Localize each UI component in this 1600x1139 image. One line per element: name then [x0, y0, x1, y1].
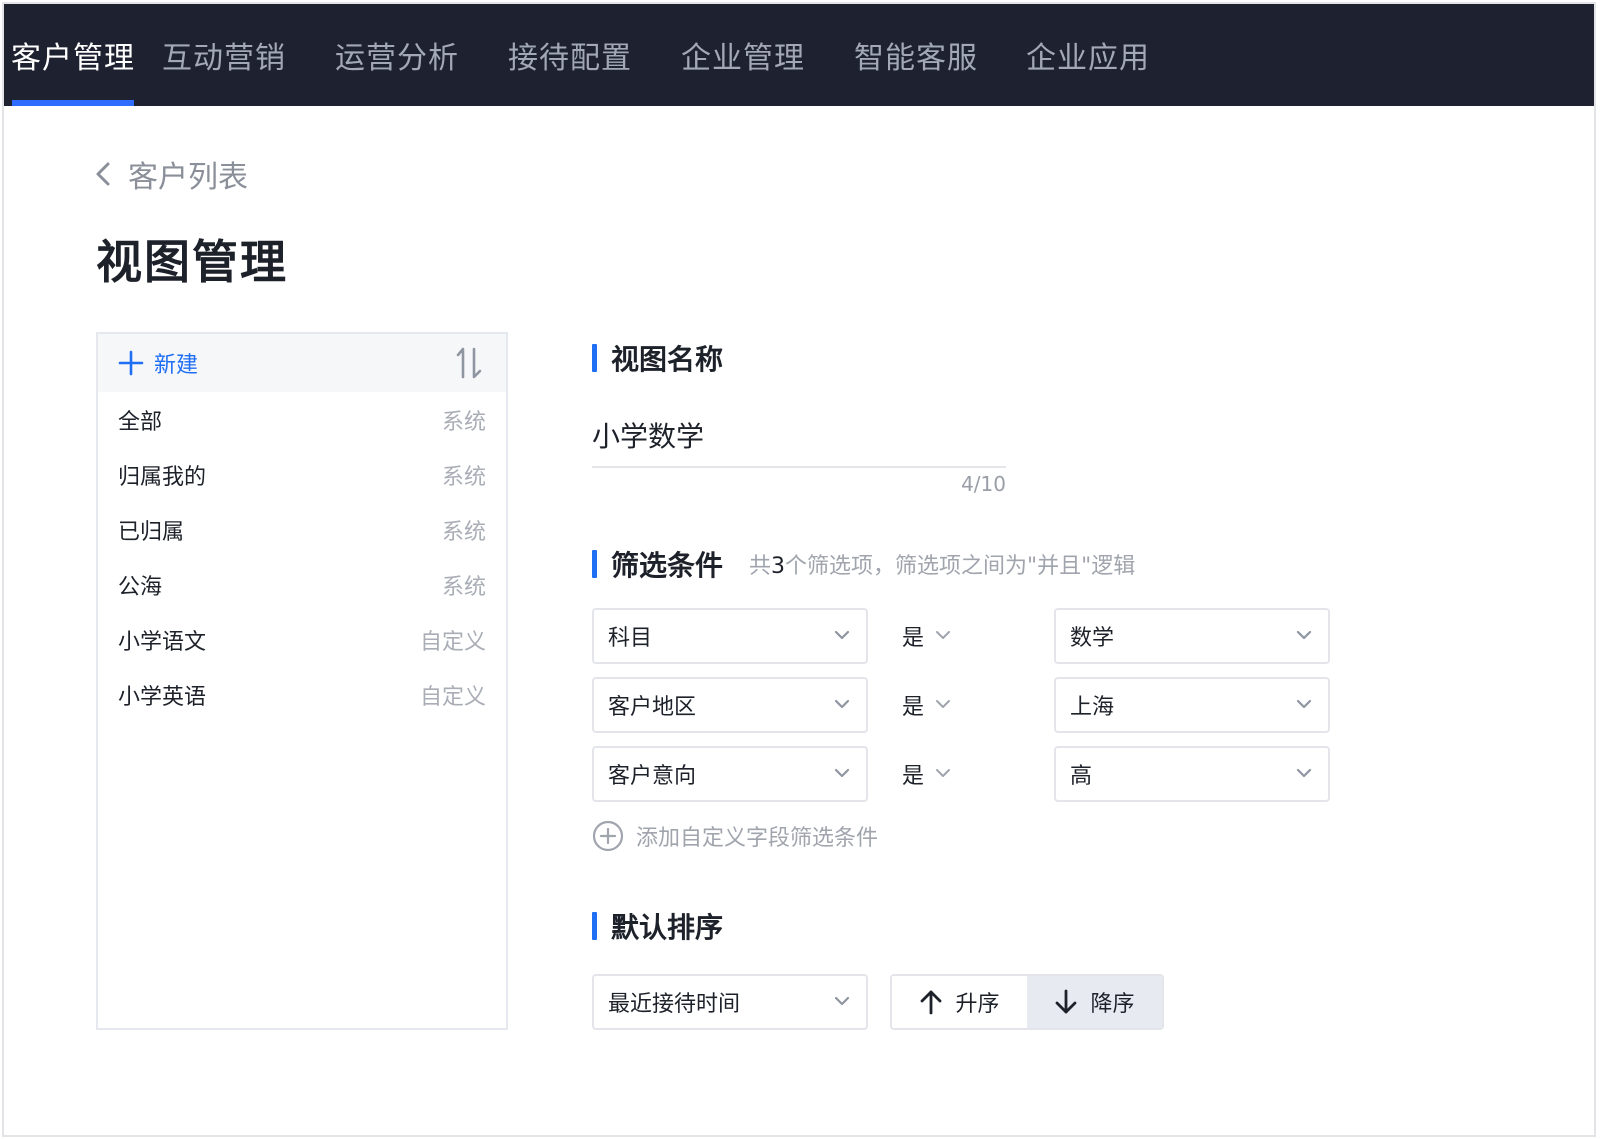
view-item-name: 归属我的: [118, 464, 207, 490]
chevron-down-icon: [1296, 699, 1312, 709]
filter-value: 上海: [1070, 695, 1115, 720]
new-view-label: 新建: [154, 353, 199, 378]
view-name-char-counter: 4/10: [961, 472, 1006, 496]
chevron-down-icon: [834, 996, 850, 1006]
chevron-left-icon: [96, 162, 110, 186]
plus-icon: [118, 350, 144, 376]
view-item-tag: 系统: [441, 409, 486, 435]
nav-tab-reception-config[interactable]: 接待配置: [484, 4, 656, 106]
chevron-down-icon: [936, 631, 951, 639]
add-custom-filter-button[interactable]: 添加自定义字段筛选条件: [592, 820, 878, 852]
view-item-name: 全部: [118, 409, 163, 435]
filter-value-select-2[interactable]: 上海: [1054, 677, 1330, 733]
section-accent-bar: [592, 344, 597, 372]
sort-ascending-button[interactable]: 升序: [892, 976, 1027, 1028]
add-custom-filter-label: 添加自定义字段筛选条件: [636, 826, 879, 851]
view-list-header: 新建: [98, 334, 506, 392]
view-name-heading: 视图名称: [611, 343, 724, 376]
nav-tab-enterprise-apps[interactable]: 企业应用: [1002, 4, 1174, 106]
filter-value-select-3[interactable]: 高: [1054, 746, 1330, 802]
view-name-section-title: 视图名称: [592, 338, 723, 378]
nav-tab-customer-management[interactable]: 客户管理: [8, 4, 138, 106]
filter-value-select-1[interactable]: 数学: [1054, 608, 1330, 664]
section-accent-bar: [592, 912, 597, 940]
filters-hint-count: 3: [771, 554, 786, 579]
app-frame: 客户管理 互动营销 运营分析 接待配置 企业管理 智能客服 企业应用 客户列表 …: [2, 2, 1596, 1137]
sort-order-icon[interactable]: [454, 346, 486, 380]
chevron-down-icon: [834, 768, 850, 778]
arrow-down-icon: [1056, 989, 1077, 1014]
chevron-down-icon: [936, 700, 951, 708]
view-item-tag: 系统: [441, 464, 486, 490]
back-to-customer-list[interactable]: 客户列表: [92, 152, 248, 196]
filter-operator-select-3[interactable]: 是: [902, 758, 952, 790]
sort-direction-toggle: 升序 降序: [890, 974, 1164, 1030]
filter-value: 高: [1070, 764, 1093, 789]
arrow-up-icon: [921, 990, 942, 1015]
filters-heading: 筛选条件: [611, 549, 724, 582]
new-view-button[interactable]: 新建: [118, 347, 198, 379]
view-item-primary-chinese[interactable]: 小学语文 自定义: [98, 612, 506, 667]
sort-ascending-label: 升序: [955, 992, 1000, 1017]
filters-hint-suffix: 个筛选项，筛选项之间为"并且"逻辑: [785, 554, 1136, 579]
filter-field-value: 客户地区: [608, 695, 697, 720]
filter-value: 数学: [1070, 626, 1115, 651]
view-item-tag: 自定义: [419, 684, 486, 710]
filter-operator-value: 是: [902, 764, 925, 789]
nav-tab-enterprise-management[interactable]: 企业管理: [656, 4, 830, 106]
page-title: 视图管理: [96, 235, 288, 289]
view-item-name: 小学语文: [118, 629, 207, 655]
view-item-name: 已归属: [118, 519, 185, 545]
view-item-tag: 系统: [441, 519, 486, 545]
sort-heading: 默认排序: [611, 911, 724, 944]
view-item-name: 公海: [118, 574, 163, 600]
filter-field-select-1[interactable]: 科目: [592, 608, 868, 664]
view-item-tag: 系统: [441, 574, 486, 600]
sort-section-title: 默认排序: [592, 906, 723, 946]
sort-descending-button[interactable]: 降序: [1027, 976, 1162, 1028]
nav-tab-interactive-marketing[interactable]: 互动营销: [138, 4, 310, 106]
sort-descending-label: 降序: [1090, 992, 1135, 1017]
view-name-input[interactable]: [592, 404, 1006, 468]
nav-tab-operation-analysis[interactable]: 运营分析: [310, 4, 484, 106]
view-list-panel: 新建 全部 系统 归属我的 系统 已归属 系统 公海 系统 小学语文 自定义 小…: [96, 332, 508, 1030]
filters-section-title: 筛选条件 共3个筛选项，筛选项之间为"并且"逻辑: [592, 544, 1135, 584]
filter-operator-select-1[interactable]: 是: [902, 620, 952, 652]
view-item-assigned[interactable]: 已归属 系统: [98, 502, 506, 557]
view-item-public-pool[interactable]: 公海 系统: [98, 557, 506, 612]
chevron-down-icon: [834, 699, 850, 709]
sort-field-value: 最近接待时间: [608, 992, 741, 1017]
view-item-primary-english[interactable]: 小学英语 自定义: [98, 667, 506, 722]
filter-field-value: 科目: [608, 626, 653, 651]
chevron-down-icon: [936, 769, 951, 777]
section-accent-bar: [592, 550, 597, 578]
filter-field-select-2[interactable]: 客户地区: [592, 677, 868, 733]
view-item-all[interactable]: 全部 系统: [98, 392, 506, 447]
chevron-down-icon: [1296, 630, 1312, 640]
filter-operator-value: 是: [902, 626, 925, 651]
chevron-down-icon: [834, 630, 850, 640]
view-item-mine[interactable]: 归属我的 系统: [98, 447, 506, 502]
nav-tab-smart-service[interactable]: 智能客服: [830, 4, 1002, 106]
top-nav: 客户管理 互动营销 运营分析 接待配置 企业管理 智能客服 企业应用: [4, 4, 1594, 106]
view-item-tag: 自定义: [419, 629, 486, 655]
filter-field-value: 客户意向: [608, 764, 697, 789]
back-label: 客户列表: [128, 160, 248, 195]
plus-circle-icon: [592, 820, 624, 852]
filter-operator-select-2[interactable]: 是: [902, 689, 952, 721]
filters-hint: 共3个筛选项，筛选项之间为"并且"逻辑: [749, 548, 1135, 580]
chevron-down-icon: [1296, 768, 1312, 778]
filter-operator-value: 是: [902, 695, 925, 720]
sort-field-select[interactable]: 最近接待时间: [592, 974, 868, 1030]
view-item-name: 小学英语: [118, 684, 207, 710]
filters-hint-prefix: 共: [749, 554, 772, 579]
filter-field-select-3[interactable]: 客户意向: [592, 746, 868, 802]
